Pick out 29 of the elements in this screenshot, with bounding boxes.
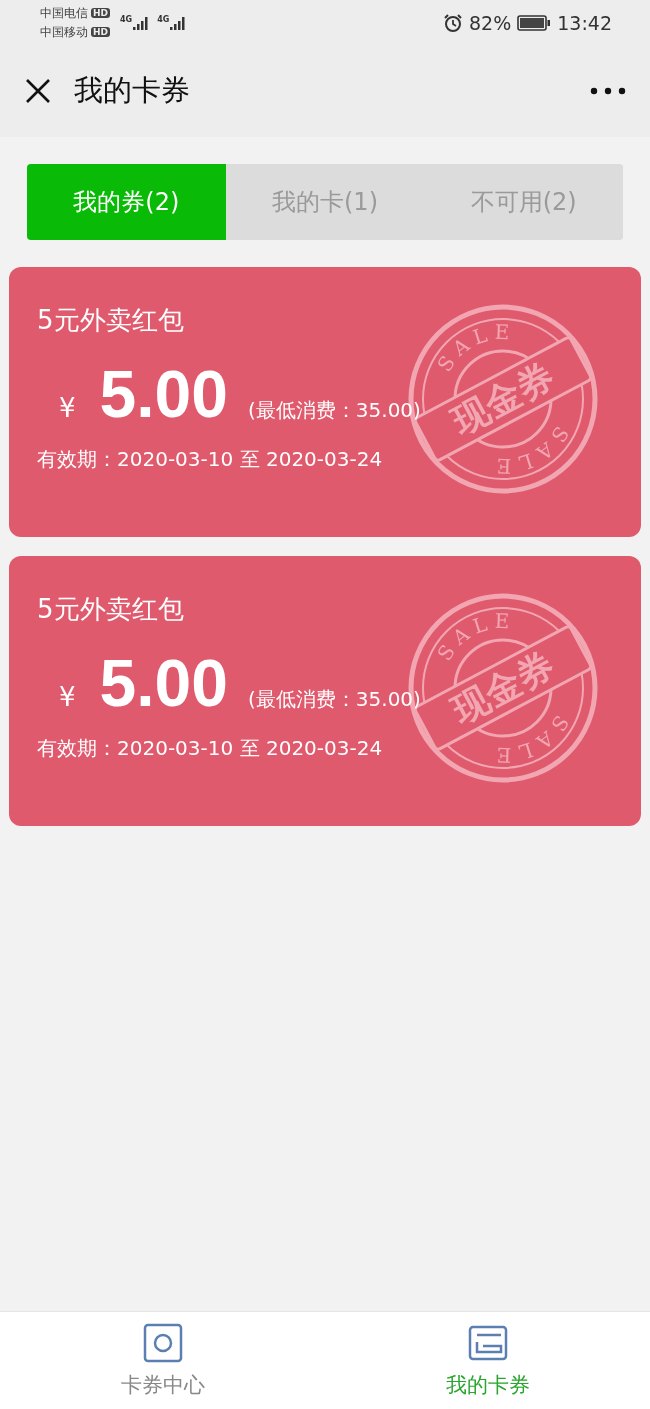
nav-item[interactable]: 我的卡券 [325, 1312, 650, 1409]
network-type: 4G [157, 14, 170, 24]
validity-period: 有效期：2020-03-10 至 2020-03-24 [37, 735, 383, 762]
battery-icon [517, 14, 552, 31]
tab[interactable]: 我的券(2) [27, 164, 226, 240]
currency-symbol: ¥ [59, 393, 76, 423]
coupon-name: 5元外卖红包 [37, 593, 184, 626]
close-button[interactable] [24, 77, 52, 105]
alarm-icon [443, 12, 463, 33]
carrier-name: 中国电信 [40, 4, 88, 22]
coupon-amount: 5.00 [99, 356, 228, 432]
hd-badge: HD [91, 27, 110, 37]
page-title: 我的卡券 [74, 72, 190, 109]
nav-item[interactable]: 卡券中心 [0, 1312, 325, 1409]
battery-percentage: 82% [469, 11, 512, 34]
close-icon [24, 77, 52, 105]
validity-period: 有效期：2020-03-10 至 2020-03-24 [37, 446, 383, 473]
coupon-name: 5元外卖红包 [37, 304, 184, 337]
more-button[interactable] [590, 87, 626, 95]
minimum-spend: (最低消费：35.00) [248, 397, 421, 424]
more-icon [590, 87, 626, 95]
hd-badge: HD [91, 8, 110, 18]
coupon-amount: 5.00 [99, 645, 228, 721]
minimum-spend: (最低消费：35.00) [248, 686, 421, 713]
target-icon [142, 1322, 183, 1363]
carrier-name: 中国移动 [40, 23, 88, 41]
currency-symbol: ¥ [59, 682, 76, 712]
network-type: 4G [120, 14, 133, 24]
clock-time: 13:42 [557, 11, 612, 34]
